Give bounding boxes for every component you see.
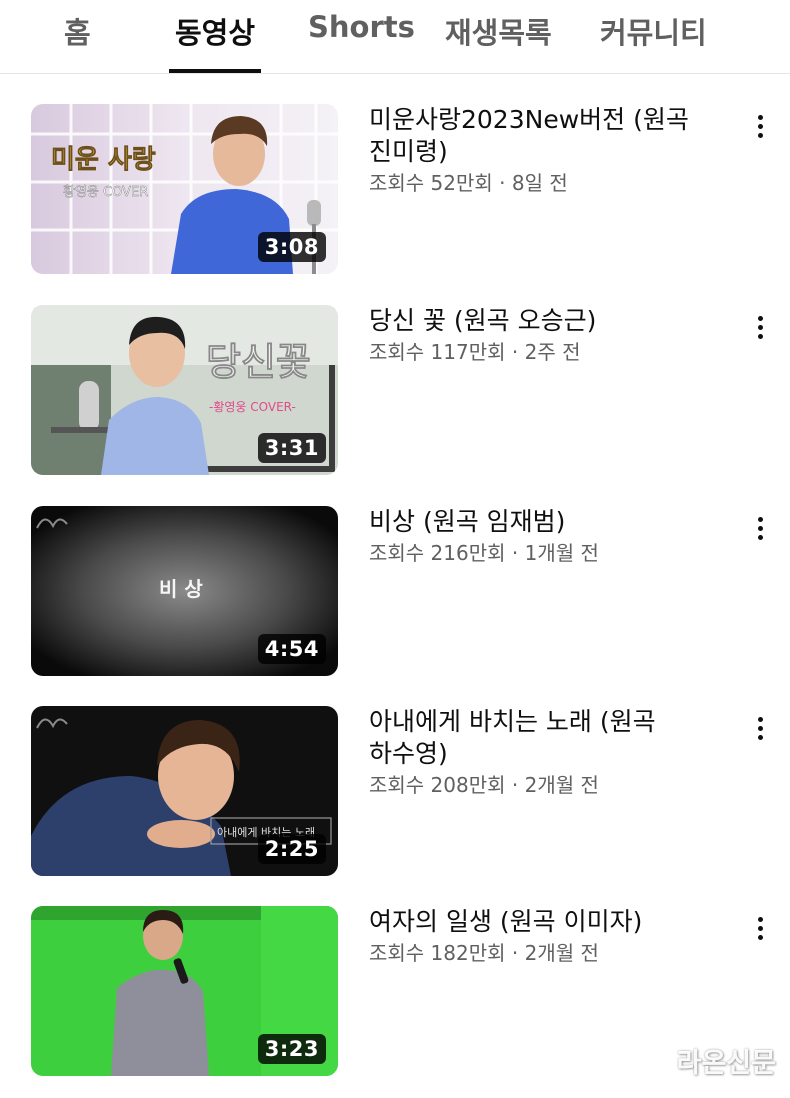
- video-meta: 여자의 일생 (원곡 이미자) 조회수 182만회 · 2개월 전: [369, 906, 704, 968]
- video-thumbnail[interactable]: 당신꽃 -황영웅 COVER- 3:31: [31, 305, 338, 475]
- tab-videos[interactable]: 동영상: [175, 0, 255, 72]
- video-stats: 조회수 52만회 · 8일 전: [369, 171, 568, 195]
- watermark-text: 라온신문: [676, 1048, 776, 1079]
- thumbnail-subtitle-text: -황영웅 COVER-: [209, 400, 296, 414]
- video-stats: 조회수 117만회 · 2주 전: [369, 340, 581, 364]
- more-options-button[interactable]: [744, 108, 776, 144]
- tab-shorts[interactable]: Shorts: [308, 0, 415, 72]
- tab-playlists[interactable]: 재생목록: [445, 0, 552, 72]
- video-duration-badge: 3:08: [257, 232, 326, 262]
- video-list-item[interactable]: 비 상 4:54 비상 (원곡 임재범) 조회수 216만회 · 1개월 전: [0, 506, 790, 678]
- video-duration-badge: 2:25: [257, 834, 326, 864]
- video-thumbnail[interactable]: 아내에게 바치는 노래 2:25: [31, 706, 338, 876]
- channel-tab-bar: 홈 동영상 Shorts 재생목록 커뮤니티: [0, 0, 790, 74]
- tab-home[interactable]: 홈: [64, 0, 91, 72]
- more-vert-icon: [757, 716, 763, 722]
- video-thumbnail[interactable]: 비 상 4:54: [31, 506, 338, 676]
- more-options-button[interactable]: [744, 910, 776, 946]
- video-title[interactable]: 여자의 일생 (원곡 이미자): [369, 906, 704, 938]
- video-title[interactable]: 당신 꽃 (원곡 오승근): [369, 305, 704, 337]
- video-meta: 당신 꽃 (원곡 오승근) 조회수 117만회 · 2주 전: [369, 305, 704, 367]
- thumbnail-title-text: 당신꽃: [206, 340, 311, 384]
- more-options-button[interactable]: [744, 710, 776, 746]
- video-stats: 조회수 216만회 · 1개월 전: [369, 541, 599, 565]
- video-thumbnail[interactable]: 미운 사랑 황영웅 COVER 3:08: [31, 104, 338, 274]
- more-vert-icon: [757, 114, 763, 120]
- tab-community[interactable]: 커뮤니티: [600, 0, 707, 72]
- watermark: 라온신문: [641, 1041, 776, 1080]
- video-duration-badge: 3:23: [257, 1034, 326, 1064]
- video-meta: 비상 (원곡 임재범) 조회수 216만회 · 1개월 전: [369, 506, 704, 568]
- video-list-item[interactable]: 미운 사랑 황영웅 COVER 3:08 미운사랑2023New버전 (원곡 진…: [0, 104, 790, 276]
- video-list-item[interactable]: 아내에게 바치는 노래 2:25 아내에게 바치는 노래 (원곡 하수영) 조회…: [0, 706, 790, 878]
- thumbnail-title-text: 비 상: [159, 577, 203, 601]
- music-note-logo-icon: [641, 1043, 669, 1076]
- thumbnail-subtitle-text: 황영웅 COVER: [63, 185, 148, 200]
- video-title[interactable]: 미운사랑2023New버전 (원곡 진미령): [369, 104, 704, 168]
- active-tab-indicator: [169, 69, 261, 73]
- more-vert-icon: [757, 516, 763, 522]
- more-options-button[interactable]: [744, 510, 776, 546]
- video-title[interactable]: 아내에게 바치는 노래 (원곡 하수영): [369, 706, 704, 770]
- video-stats: 조회수 208만회 · 2개월 전: [369, 773, 599, 797]
- video-duration-badge: 3:31: [257, 433, 326, 463]
- video-title[interactable]: 비상 (원곡 임재범): [369, 506, 704, 538]
- video-stats: 조회수 182만회 · 2개월 전: [369, 941, 599, 965]
- video-thumbnail[interactable]: 3:23: [31, 906, 338, 1076]
- video-list-item[interactable]: 당신꽃 -황영웅 COVER- 3:31 당신 꽃 (원곡 오승근) 조회수 1…: [0, 305, 790, 477]
- more-vert-icon: [757, 916, 763, 922]
- video-meta: 아내에게 바치는 노래 (원곡 하수영) 조회수 208만회 · 2개월 전: [369, 706, 704, 800]
- more-vert-icon: [757, 315, 763, 321]
- more-options-button[interactable]: [744, 309, 776, 345]
- thumbnail-title-text: 미운 사랑: [51, 145, 156, 175]
- video-meta: 미운사랑2023New버전 (원곡 진미령) 조회수 52만회 · 8일 전: [369, 104, 704, 198]
- video-duration-badge: 4:54: [257, 634, 326, 664]
